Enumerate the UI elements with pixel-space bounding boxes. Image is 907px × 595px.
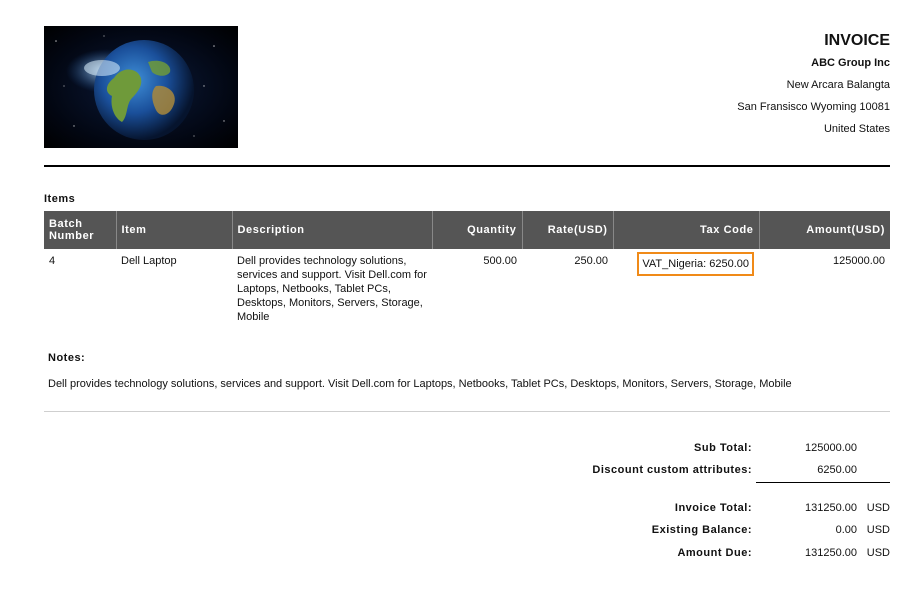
invoice-total-row: Invoice Total: 131250.00 USD [550, 502, 890, 520]
company-info: INVOICE ABC Group Inc New Arcara Balangt… [737, 30, 890, 140]
col-item: Item [116, 211, 233, 249]
discount-value: 6250.00 [817, 464, 857, 476]
notes-divider [44, 411, 890, 412]
existing-balance-row: Existing Balance: 0.00 USD [550, 524, 890, 542]
col-rate: Rate(USD) [522, 211, 614, 249]
amount-due-label: Amount Due: [677, 547, 752, 559]
items-table: Batch Number Item Description Quantity R… [44, 211, 890, 324]
notes-label: Notes: [48, 352, 86, 364]
col-amount: Amount(USD) [759, 211, 890, 249]
amount-due-row: Amount Due: 131250.00 USD [550, 547, 890, 565]
subtotal-underline [756, 482, 890, 483]
company-logo [44, 26, 238, 148]
invoice-total-label: Invoice Total: [674, 502, 752, 514]
cell-tax-code: VAT_Nigeria: 6250.00 [613, 249, 759, 324]
address-line-2: San Fransisco Wyoming 10081 [737, 101, 890, 113]
sub-total-row: Sub Total: 125000.00 [550, 442, 890, 460]
items-header-row: Batch Number Item Description Quantity R… [44, 211, 890, 249]
cell-batch: 4 [49, 255, 56, 267]
existing-balance-value: 0.00 [835, 524, 857, 536]
invoice-total-value: 131250.00 [805, 502, 857, 514]
col-quantity: Quantity [432, 211, 523, 249]
tax-code-highlight: VAT_Nigeria: 6250.00 [637, 252, 754, 276]
sub-total-label: Sub Total: [694, 442, 752, 454]
cell-description: Dell provides technology solutions, serv… [237, 255, 427, 323]
discount-label: Discount custom attributes: [592, 464, 752, 476]
col-description: Description [232, 211, 433, 249]
existing-balance-currency: USD [866, 524, 890, 536]
address-line-1: New Arcara Balangta [786, 79, 890, 91]
amount-due-value: 131250.00 [805, 547, 857, 559]
existing-balance-label: Existing Balance: [651, 524, 752, 536]
table-row: 4 Dell Laptop Dell provides technology s… [44, 249, 890, 324]
cell-rate: 250.00 [574, 255, 608, 267]
invoice-title: INVOICE [824, 32, 890, 49]
cell-item: Dell Laptop [121, 255, 177, 267]
discount-row: Discount custom attributes: 6250.00 [550, 464, 890, 482]
address-line-3: United States [823, 123, 890, 135]
cell-amount: 125000.00 [833, 255, 885, 267]
invoice-total-currency: USD [866, 502, 890, 514]
cell-quantity: 500.00 [483, 255, 517, 267]
col-tax-code: Tax Code [613, 211, 760, 249]
earth-globe-icon [55, 35, 225, 140]
items-section-label: Items [44, 193, 76, 205]
amount-due-currency: USD [866, 547, 890, 559]
sub-total-value: 125000.00 [805, 442, 857, 454]
company-name: ABC Group Inc [811, 57, 890, 69]
header-divider [44, 165, 890, 167]
col-batch-number: Batch Number [44, 211, 117, 249]
notes-text: Dell provides technology solutions, serv… [48, 378, 792, 390]
